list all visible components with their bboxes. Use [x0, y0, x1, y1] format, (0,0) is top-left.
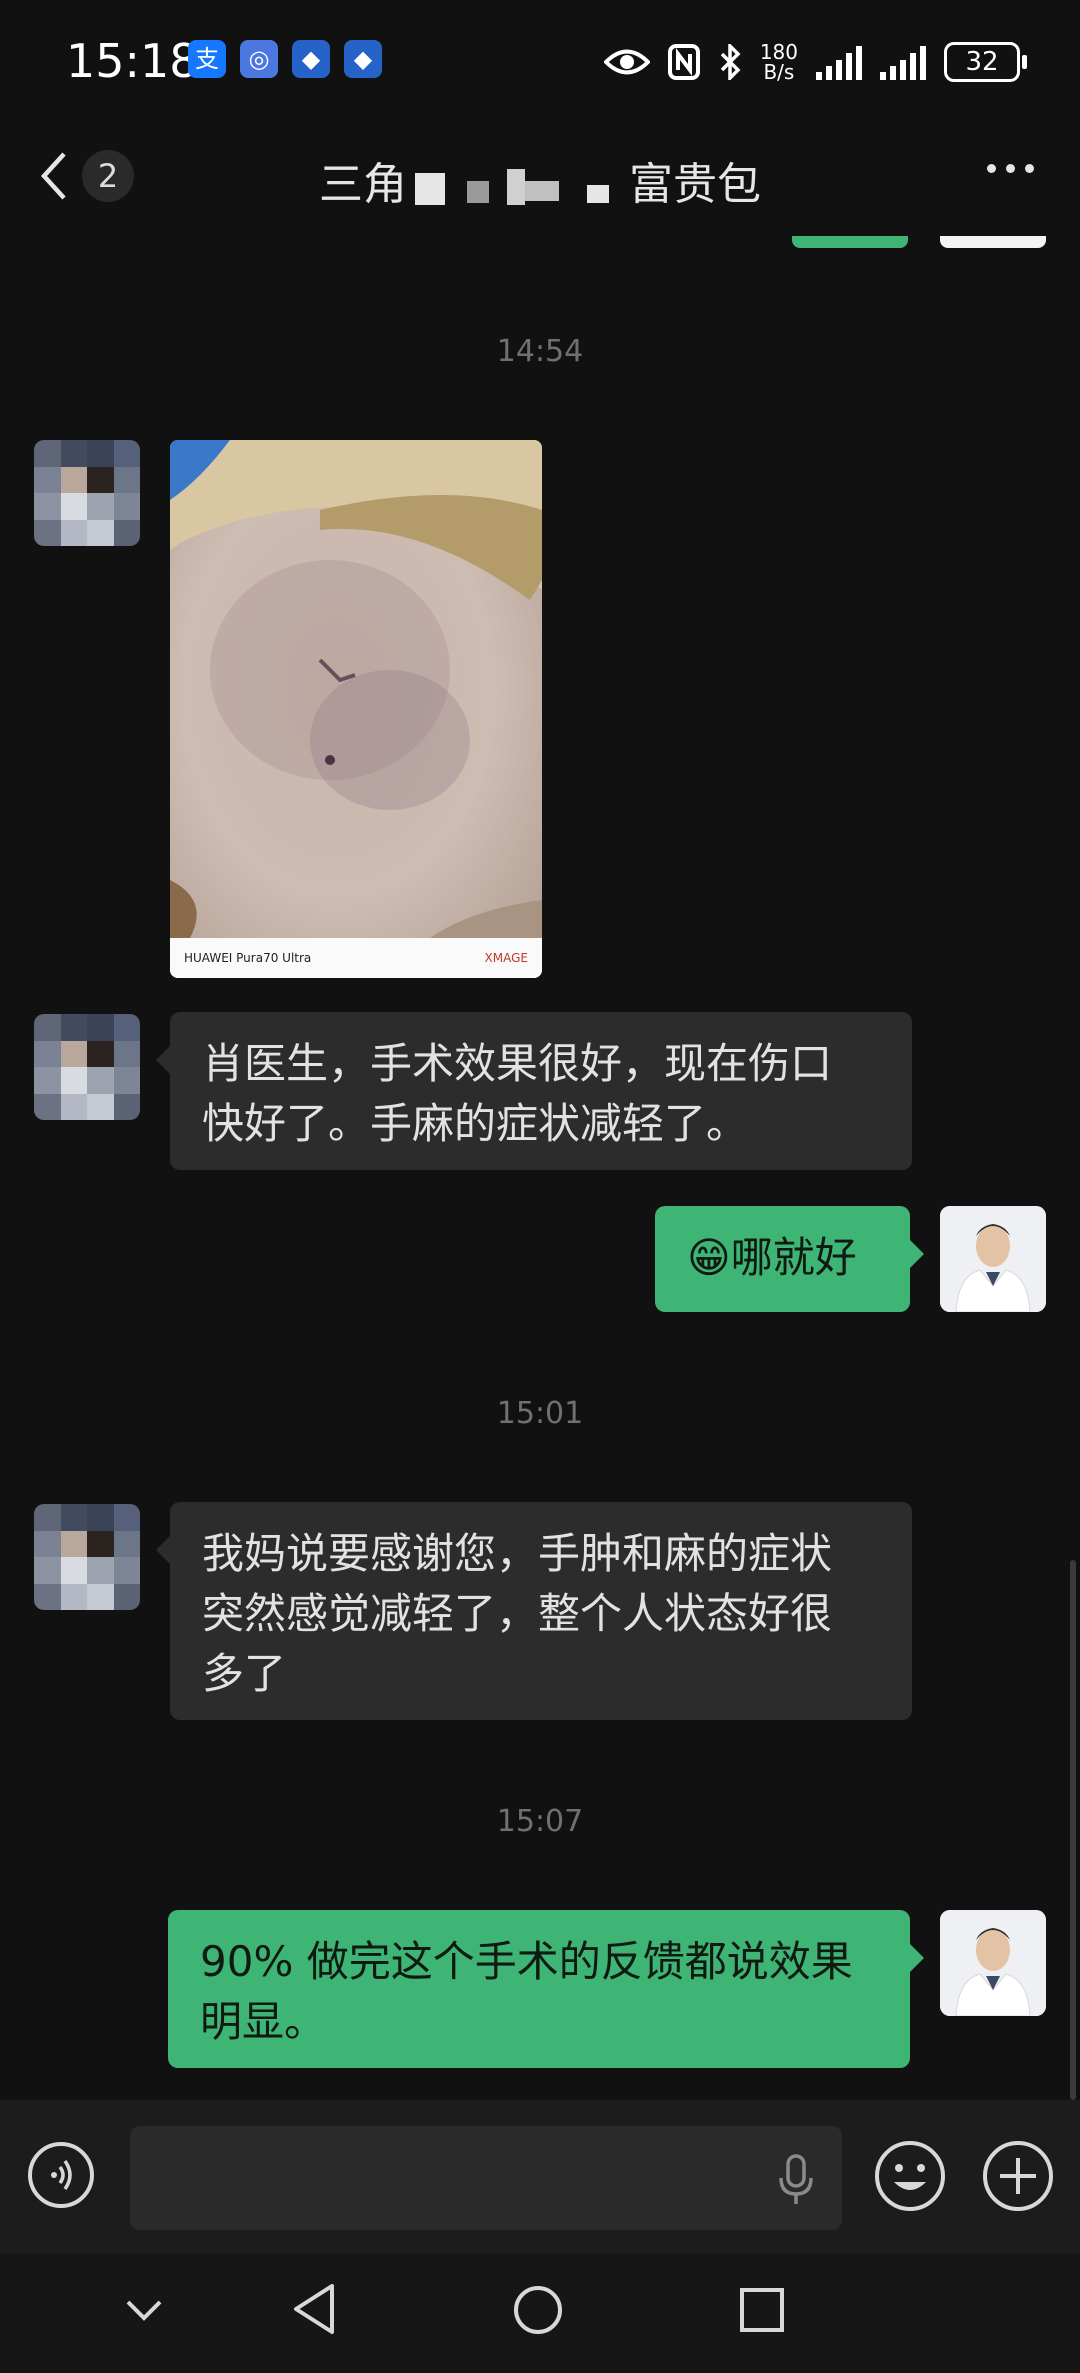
- circle-home-icon[interactable]: [512, 2284, 564, 2336]
- incoming-message[interactable]: 我妈说要感谢您，手肿和麻的症状 突然感觉减轻了，整个人状态好很 多了: [156, 1502, 912, 1720]
- previous-bubble-edge: [792, 236, 908, 248]
- network-speed: 180 B/s: [760, 42, 798, 82]
- doctor-avatar-image: [940, 1910, 1046, 2016]
- nfc-icon: [667, 44, 700, 80]
- message-line: 肖医生，手术效果很好，现在伤口: [202, 1039, 833, 1088]
- message-timestamp: 15:01: [496, 1396, 584, 1431]
- voice-icon: [51, 2159, 72, 2191]
- app-icon: ◎: [240, 40, 278, 78]
- message-text: 哪就好: [730, 1233, 857, 1282]
- message-line: 多了: [202, 1649, 287, 1698]
- system-nav-bar: [0, 2254, 1080, 2373]
- message-timestamp: 14:54: [496, 334, 584, 369]
- bluetooth-icon: [720, 44, 741, 80]
- message-line: 90% 做完这个手术的反馈都说效果: [200, 1937, 853, 1986]
- more-icon[interactable]: [987, 164, 1034, 173]
- message-line: 我妈说要感谢您，手肿和麻的症状: [202, 1529, 833, 1578]
- chat-header: 2 三角 富贵包: [0, 124, 1080, 236]
- status-indicators: 180 B/s 32: [603, 36, 1027, 88]
- bank-icon: ◆: [292, 40, 330, 78]
- chat-title-start: 三角: [319, 159, 407, 210]
- status-bar: 15:18 支 ◎ ◆ ◆ 180 B/s 32: [0, 0, 1080, 124]
- square-recent-icon[interactable]: [738, 2286, 786, 2334]
- alipay-icon: 支: [188, 40, 226, 78]
- voice-toggle-button[interactable]: [28, 2142, 94, 2208]
- signal-icon: [816, 44, 862, 80]
- chat-title-end: 富贵包: [629, 159, 761, 210]
- message-input[interactable]: [130, 2126, 842, 2230]
- outgoing-message[interactable]: 😁哪就好: [655, 1206, 924, 1312]
- message-line: 突然感觉减轻了，整个人状态好很: [202, 1589, 833, 1638]
- photo-watermark: HUAWEI Pura70 Ultra XMAGE: [170, 938, 542, 978]
- avatar[interactable]: [940, 1910, 1046, 2016]
- bank-icon: ◆: [344, 40, 382, 78]
- message-line: 快好了。手麻的症状减轻了。: [202, 1099, 749, 1148]
- chat-title[interactable]: 三角 富贵包: [0, 148, 1080, 212]
- avatar[interactable]: [34, 440, 140, 546]
- photo-watermark-camera: HUAWEI Pura70 Ultra: [184, 951, 312, 965]
- signal-icon: [880, 44, 926, 80]
- triangle-back-icon[interactable]: [290, 2282, 338, 2336]
- doctor-avatar-image: [940, 1206, 1046, 1312]
- network-speed-unit: B/s: [763, 60, 795, 84]
- mic-icon[interactable]: [776, 2152, 816, 2208]
- chat-image-message[interactable]: HUAWEI Pura70 Ultra XMAGE: [170, 440, 542, 978]
- message-line: 明显。: [200, 1997, 327, 2046]
- outgoing-message[interactable]: 90% 做完这个手术的反馈都说效果 明显。: [168, 1910, 924, 2068]
- photo-watermark-brand: XMAGE: [484, 951, 528, 965]
- incoming-message[interactable]: 肖医生，手术效果很好，现在伤口 快好了。手麻的症状减轻了。: [156, 1012, 912, 1170]
- eye-icon: [603, 49, 650, 75]
- chevron-down-icon[interactable]: [124, 2294, 164, 2324]
- avatar[interactable]: [34, 1504, 140, 1610]
- battery-icon: 32: [944, 42, 1027, 82]
- grinning-face-icon: 😁: [687, 1233, 731, 1282]
- plus-icon[interactable]: [980, 2138, 1056, 2214]
- redacted-name-icon: [407, 167, 629, 207]
- emoji-icon[interactable]: [872, 2138, 948, 2214]
- previous-avatar-edge: [940, 236, 1046, 248]
- network-speed-value: 180: [759, 40, 798, 64]
- scrollbar[interactable]: [1070, 1560, 1076, 2100]
- message-timestamp: 15:07: [496, 1804, 584, 1839]
- status-time: 15:18: [66, 34, 199, 88]
- input-bar: [0, 2100, 1080, 2254]
- avatar[interactable]: [34, 1014, 140, 1120]
- avatar[interactable]: [940, 1206, 1046, 1312]
- wound-photo-image: [170, 440, 542, 938]
